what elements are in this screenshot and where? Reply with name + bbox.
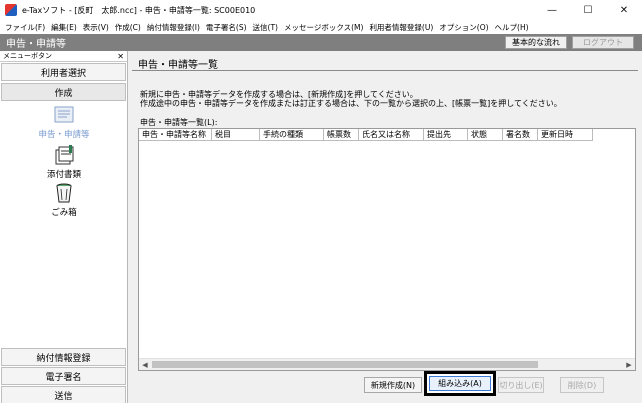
main-panel: 申告・申請等一覧 新規に申告・申請等データを作成する場合は、[新規作成]を押して… (128, 51, 642, 403)
menu-payment-info[interactable]: 納付情報登録(I) (144, 22, 203, 33)
trash-icon (56, 183, 72, 203)
section-header: 申告・申請等 基本的な流れ ログアウト (0, 34, 642, 51)
scroll-thumb[interactable] (152, 361, 538, 368)
tool-trash[interactable]: ごみ箱 (0, 182, 128, 218)
column-header-signature-count[interactable]: 署名数 (503, 129, 538, 141)
menu-user-info[interactable]: 利用者情報登録(U) (366, 22, 436, 33)
horizontal-scrollbar[interactable]: ◀ ▶ (139, 358, 635, 370)
close-button[interactable]: ✕ (606, 0, 642, 20)
title-bar: e-Taxソフト - [反町 太郎.ncc] - 申告・申請等一覧: SC00E… (0, 0, 642, 20)
basic-flow-button[interactable]: 基本的な流れ (505, 36, 567, 49)
title-divider (132, 70, 638, 71)
embed-button-frame: 組み込み(A) (424, 371, 496, 396)
menu-message-box[interactable]: メッセージボックス(M) (281, 22, 366, 33)
user-select-button[interactable]: 利用者選択 (1, 63, 126, 81)
menu-edit[interactable]: 編集(E) (48, 22, 80, 33)
menu-options[interactable]: オプション(O) (436, 22, 491, 33)
tool-attachments[interactable]: 添付書類 (0, 144, 128, 180)
attachment-icon (55, 145, 74, 165)
column-header-submit-to[interactable]: 提出先 (424, 129, 468, 141)
cut-out-button[interactable]: 切り出し(E) (498, 377, 544, 393)
create-section-button[interactable]: 作成 (1, 83, 126, 101)
etax-app-icon (5, 4, 17, 16)
declarations-table[interactable]: 申告・申請等名称 税目 手続の種類 帳票数 氏名又は名称 提出先 状態 署名数 … (138, 128, 636, 371)
embed-button[interactable]: 組み込み(A) (429, 376, 491, 391)
sidebar-bottom-buttons: 納付情報登録 電子署名 送信 (0, 348, 127, 403)
column-header-name[interactable]: 申告・申請等名称 (139, 129, 212, 141)
scroll-left-icon[interactable]: ◀ (139, 359, 151, 370)
column-header-name-or-title[interactable]: 氏名又は名称 (359, 129, 424, 141)
section-title: 申告・申請等 (6, 39, 66, 50)
page-title: 申告・申請等一覧 (138, 60, 218, 71)
tool-declarations[interactable]: 申告・申請等 (0, 106, 128, 140)
minimize-button[interactable]: — (534, 0, 570, 20)
column-header-form-count[interactable]: 帳票数 (324, 129, 359, 141)
table-header: 申告・申請等名称 税目 手続の種類 帳票数 氏名又は名称 提出先 状態 署名数 … (139, 129, 593, 141)
maximize-button[interactable]: ☐ (570, 0, 606, 20)
delete-button[interactable]: 削除(D) (560, 377, 604, 393)
scroll-right-icon[interactable]: ▶ (623, 359, 635, 370)
window-controls: — ☐ ✕ (534, 0, 642, 20)
column-header-status[interactable]: 状態 (468, 129, 503, 141)
menu-help[interactable]: ヘルプ(H) (492, 22, 532, 33)
column-header-updated-at[interactable]: 更新日時 (538, 129, 593, 141)
tool-attachments-label: 添付書類 (46, 170, 81, 180)
e-signature-button[interactable]: 電子署名 (1, 367, 126, 385)
payment-info-button[interactable]: 納付情報登録 (1, 348, 126, 366)
send-button[interactable]: 送信 (1, 386, 126, 403)
column-header-procedure-type[interactable]: 手続の種類 (260, 129, 324, 141)
instruction-edit: 作成途中の申告・申請等データを作成または訂正する場合は、下の一覧から選択の上、[… (140, 99, 562, 108)
window-title: e-Taxソフト - [反町 太郎.ncc] - 申告・申請等一覧: SC00E… (22, 5, 256, 15)
tool-trash-label: ごみ箱 (51, 208, 77, 218)
sidebar-header-label: メニューボタン (3, 52, 52, 60)
column-header-tax-item[interactable]: 税目 (212, 129, 260, 141)
sidebar: メニューボタン ✕ 利用者選択 作成 申告・申請等 添付書類 ごみ箱 納付情報登… (0, 51, 128, 403)
menu-bar: ファイル(F) 編集(E) 表示(V) 作成(C) 納付情報登録(I) 電子署名… (0, 20, 642, 34)
logout-button[interactable]: ログアウト (572, 36, 634, 49)
menu-e-signature[interactable]: 電子署名(S) (203, 22, 250, 33)
menu-create[interactable]: 作成(C) (112, 22, 144, 33)
menu-file[interactable]: ファイル(F) (2, 22, 48, 33)
new-create-button[interactable]: 新規作成(N) (364, 377, 422, 393)
list-label: 申告・申請等一覧(L): (140, 118, 218, 127)
document-icon (54, 106, 74, 123)
sidebar-header: メニューボタン ✕ (0, 51, 127, 62)
menu-view[interactable]: 表示(V) (80, 22, 112, 33)
tool-declarations-label: 申告・申請等 (38, 130, 90, 140)
sidebar-close-icon[interactable]: ✕ (117, 52, 124, 61)
menu-send[interactable]: 送信(T) (250, 22, 281, 33)
